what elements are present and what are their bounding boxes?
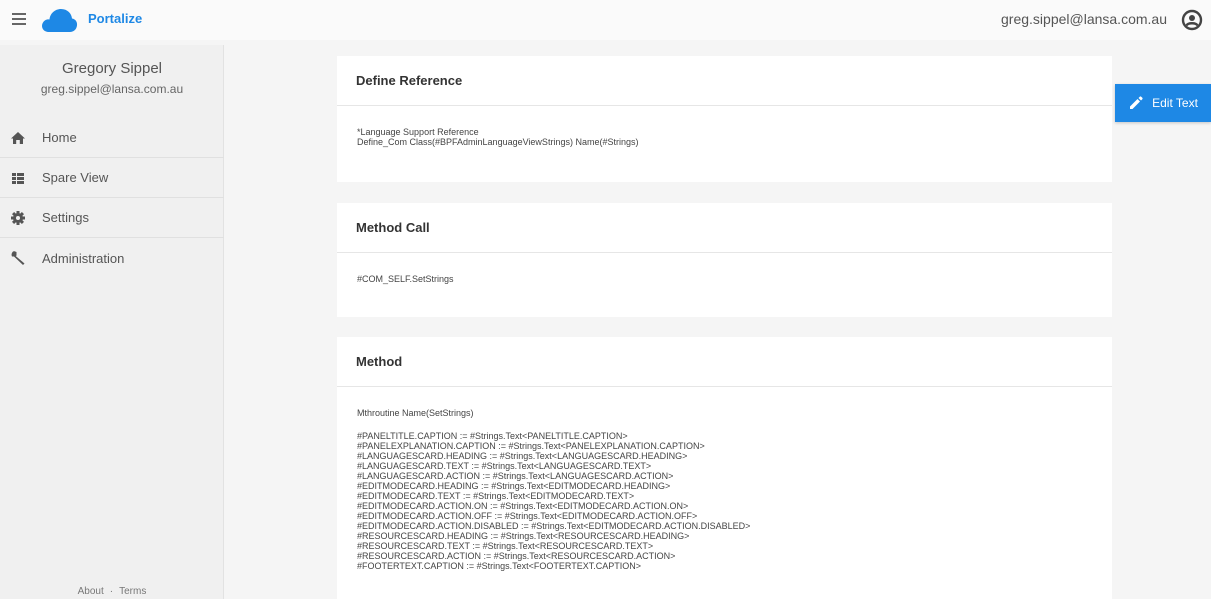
code-line: #EDITMODECARD.ACTION.DISABLED := #String…: [357, 521, 751, 531]
code-line: #EDITMODECARD.TEXT := #Strings.Text<EDIT…: [357, 491, 635, 501]
code-line: Mthroutine Name(SetStrings): [357, 408, 474, 418]
code-line: Define_Com Class(#BPFAdminLanguageViewSt…: [357, 137, 639, 147]
sidebar-nav: Home Spare View Settings Administration: [0, 118, 224, 278]
gear-icon: [10, 210, 26, 226]
code-line: #LANGUAGESCARD.ACTION := #Strings.Text<L…: [357, 471, 674, 481]
card-title: Define Reference: [337, 56, 1112, 106]
code-line: #PANELEXPLANATION.CAPTION := #Strings.Te…: [357, 441, 705, 451]
sidebar-item-label: Settings: [42, 210, 89, 225]
sidebar-item-label: Home: [42, 130, 77, 145]
cloud-logo-icon: [42, 9, 78, 32]
edit-text-button[interactable]: Edit Text: [1115, 84, 1211, 122]
profile-name: Gregory Sippel: [61, 60, 163, 77]
card-body: *Language Support Reference Define_Com C…: [337, 106, 1112, 167]
sidebar: Gregory Sippel greg.sippel@lansa.com.au …: [0, 45, 224, 599]
code-line: #EDITMODECARD.ACTION.ON := #Strings.Text…: [357, 501, 689, 511]
code-line: #COM_SELF.SetStrings: [357, 274, 454, 284]
code-line: #RESOURCESCARD.TEXT := #Strings.Text<RES…: [357, 541, 654, 551]
code-line: #PANELTITLE.CAPTION := #Strings.Text<PAN…: [357, 431, 628, 441]
card-title: Method Call: [337, 203, 1112, 253]
wrench-icon: [10, 250, 26, 266]
code-line: #EDITMODECARD.ACTION.OFF := #Strings.Tex…: [357, 511, 698, 521]
edit-text-label: Edit Text: [1152, 96, 1198, 110]
code-line: *Language Support Reference: [357, 127, 479, 137]
code-line: #EDITMODECARD.HEADING := #Strings.Text<E…: [357, 481, 671, 491]
card-body: Mthroutine Name(SetStrings) #PANELTITLE.…: [337, 387, 1112, 591]
footer-separator: ·: [109, 586, 114, 597]
account-circle-icon[interactable]: [1181, 9, 1203, 31]
card-title: Method: [337, 337, 1112, 387]
about-link[interactable]: About: [78, 586, 104, 597]
code-line: #RESOURCESCARD.ACTION := #Strings.Text<R…: [357, 551, 676, 561]
sidebar-item-spare-view[interactable]: Spare View: [0, 158, 224, 198]
pencil-icon: [1130, 96, 1143, 109]
sidebar-item-administration[interactable]: Administration: [0, 238, 224, 278]
sidebar-item-settings[interactable]: Settings: [0, 198, 224, 238]
method-call-card: Method Call #COM_SELF.SetStrings: [337, 203, 1112, 317]
code-line: #LANGUAGESCARD.TEXT := #Strings.Text<LAN…: [357, 461, 652, 471]
card-body: #COM_SELF.SetStrings: [337, 253, 1112, 304]
code-line: #LANGUAGESCARD.HEADING := #Strings.Text<…: [357, 451, 688, 461]
menu-icon[interactable]: [12, 13, 26, 25]
code-line: #FOOTERTEXT.CAPTION := #Strings.Text<FOO…: [357, 561, 641, 571]
user-email: greg.sippel@lansa.com.au: [1001, 11, 1167, 27]
home-icon: [10, 130, 26, 146]
profile-email: greg.sippel@lansa.com.au: [40, 82, 184, 96]
define-reference-card: Define Reference *Language Support Refer…: [337, 56, 1112, 182]
top-app-bar: Portalize greg.sippel@lansa.com.au: [0, 0, 1211, 40]
sidebar-item-label: Spare View: [42, 170, 109, 185]
app-title[interactable]: Portalize: [88, 11, 142, 26]
code-line: #RESOURCESCARD.HEADING := #Strings.Text<…: [357, 531, 690, 541]
view-list-icon: [10, 170, 26, 186]
sidebar-item-home[interactable]: Home: [0, 118, 224, 158]
sidebar-item-label: Administration: [42, 250, 125, 266]
sidebar-footer: About · Terms: [0, 586, 224, 597]
terms-link[interactable]: Terms: [119, 586, 146, 597]
method-card: Method Mthroutine Name(SetStrings) #PANE…: [337, 337, 1112, 599]
